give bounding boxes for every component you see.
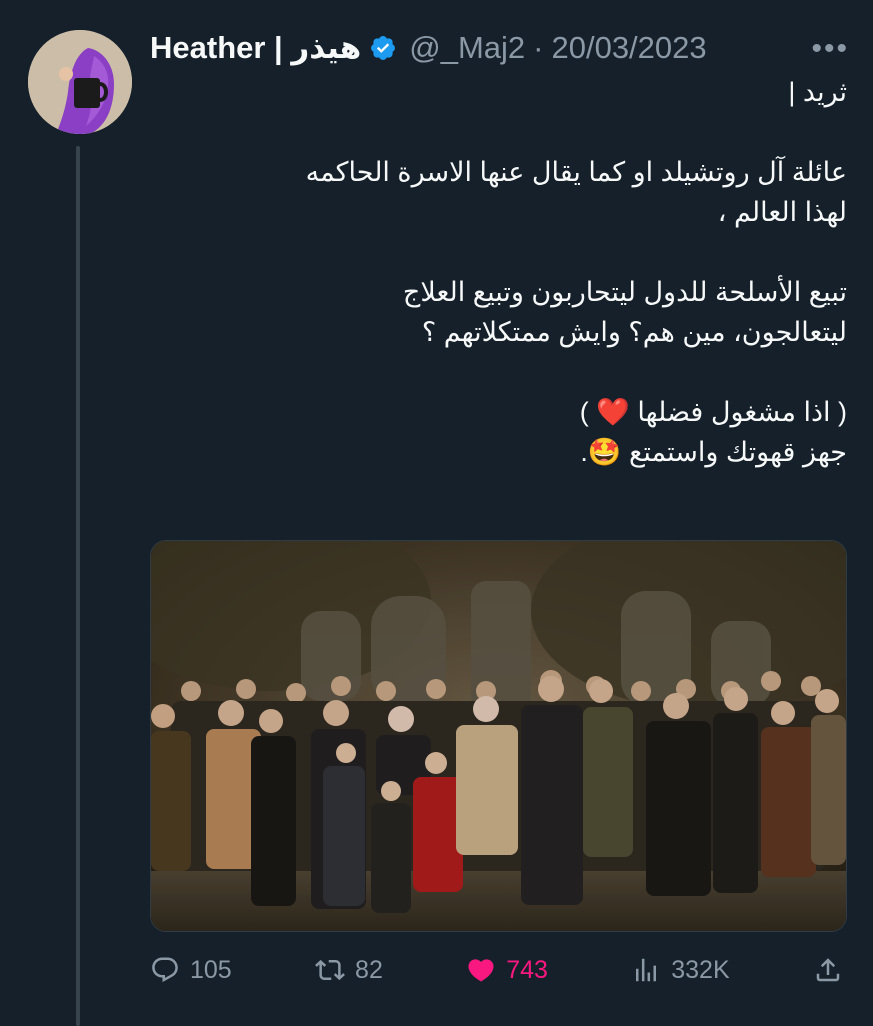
tweet-text: ثريد | عائلة آل روتشيلد او كما يقال عنها… [150, 72, 847, 472]
like-count: 743 [506, 955, 548, 984]
tweet-text-segment: ( اذا مشغول فضلها [629, 397, 847, 427]
star-struck-emoji: 🤩 [587, 437, 622, 467]
tweet-text-segment: . [580, 437, 588, 467]
retweet-icon [315, 959, 345, 981]
tweet-text-segment: ) [579, 397, 597, 427]
verified-badge-icon [369, 34, 397, 62]
red-heart-emoji: ❤️ [596, 397, 630, 427]
avatar[interactable] [28, 30, 132, 134]
retweet-count: 82 [355, 955, 383, 984]
more-options-icon[interactable]: ••• [811, 34, 849, 64]
group-photo-image [151, 541, 846, 931]
tweet-date[interactable]: 20/03/2023 [551, 30, 706, 66]
views-count: 332K [671, 955, 730, 984]
reply-button[interactable]: 105 [150, 955, 232, 985]
separator-dot: · [533, 30, 544, 65]
tweet-text-paragraph: ( اذا مشغول فضلها ❤️ ) [150, 392, 847, 432]
retweet-button[interactable]: 82 [315, 955, 383, 985]
avatar-image [28, 30, 132, 134]
user-handle[interactable]: @_Maj2 [409, 30, 525, 66]
views-button[interactable]: 332K [631, 955, 730, 985]
tweet-text-paragraph: عائلة آل روتشيلد او كما يقال عنها الاسرة… [305, 157, 847, 227]
tweet-text-paragraph: تبيع الأسلحة للدول ليتحاربون وتبيع العلا… [402, 277, 847, 347]
tweet-header: Heather | هيذر @_Maj2 · 20/03/2023 [150, 28, 707, 68]
share-button[interactable] [813, 955, 843, 985]
reply-icon [152, 957, 178, 983]
views-chart-icon [636, 958, 657, 982]
tweet-text-paragraph: جهز قهوتك واستمتع 🤩. [150, 432, 847, 472]
tweet-text-line: ثريد | [788, 77, 847, 107]
thread-line [76, 146, 80, 1026]
tweet-media-photo[interactable] [150, 540, 847, 932]
heart-filled-icon [468, 959, 494, 982]
tweet-text-segment: جهز قهوتك واستمتع [621, 437, 847, 467]
like-button[interactable]: 743 [466, 955, 548, 985]
reply-count: 105 [190, 955, 232, 984]
display-name[interactable]: Heather | هيذر [150, 30, 361, 66]
tweet-actions-bar: 105 82 743 332K [150, 948, 843, 992]
share-upload-icon [816, 958, 840, 982]
